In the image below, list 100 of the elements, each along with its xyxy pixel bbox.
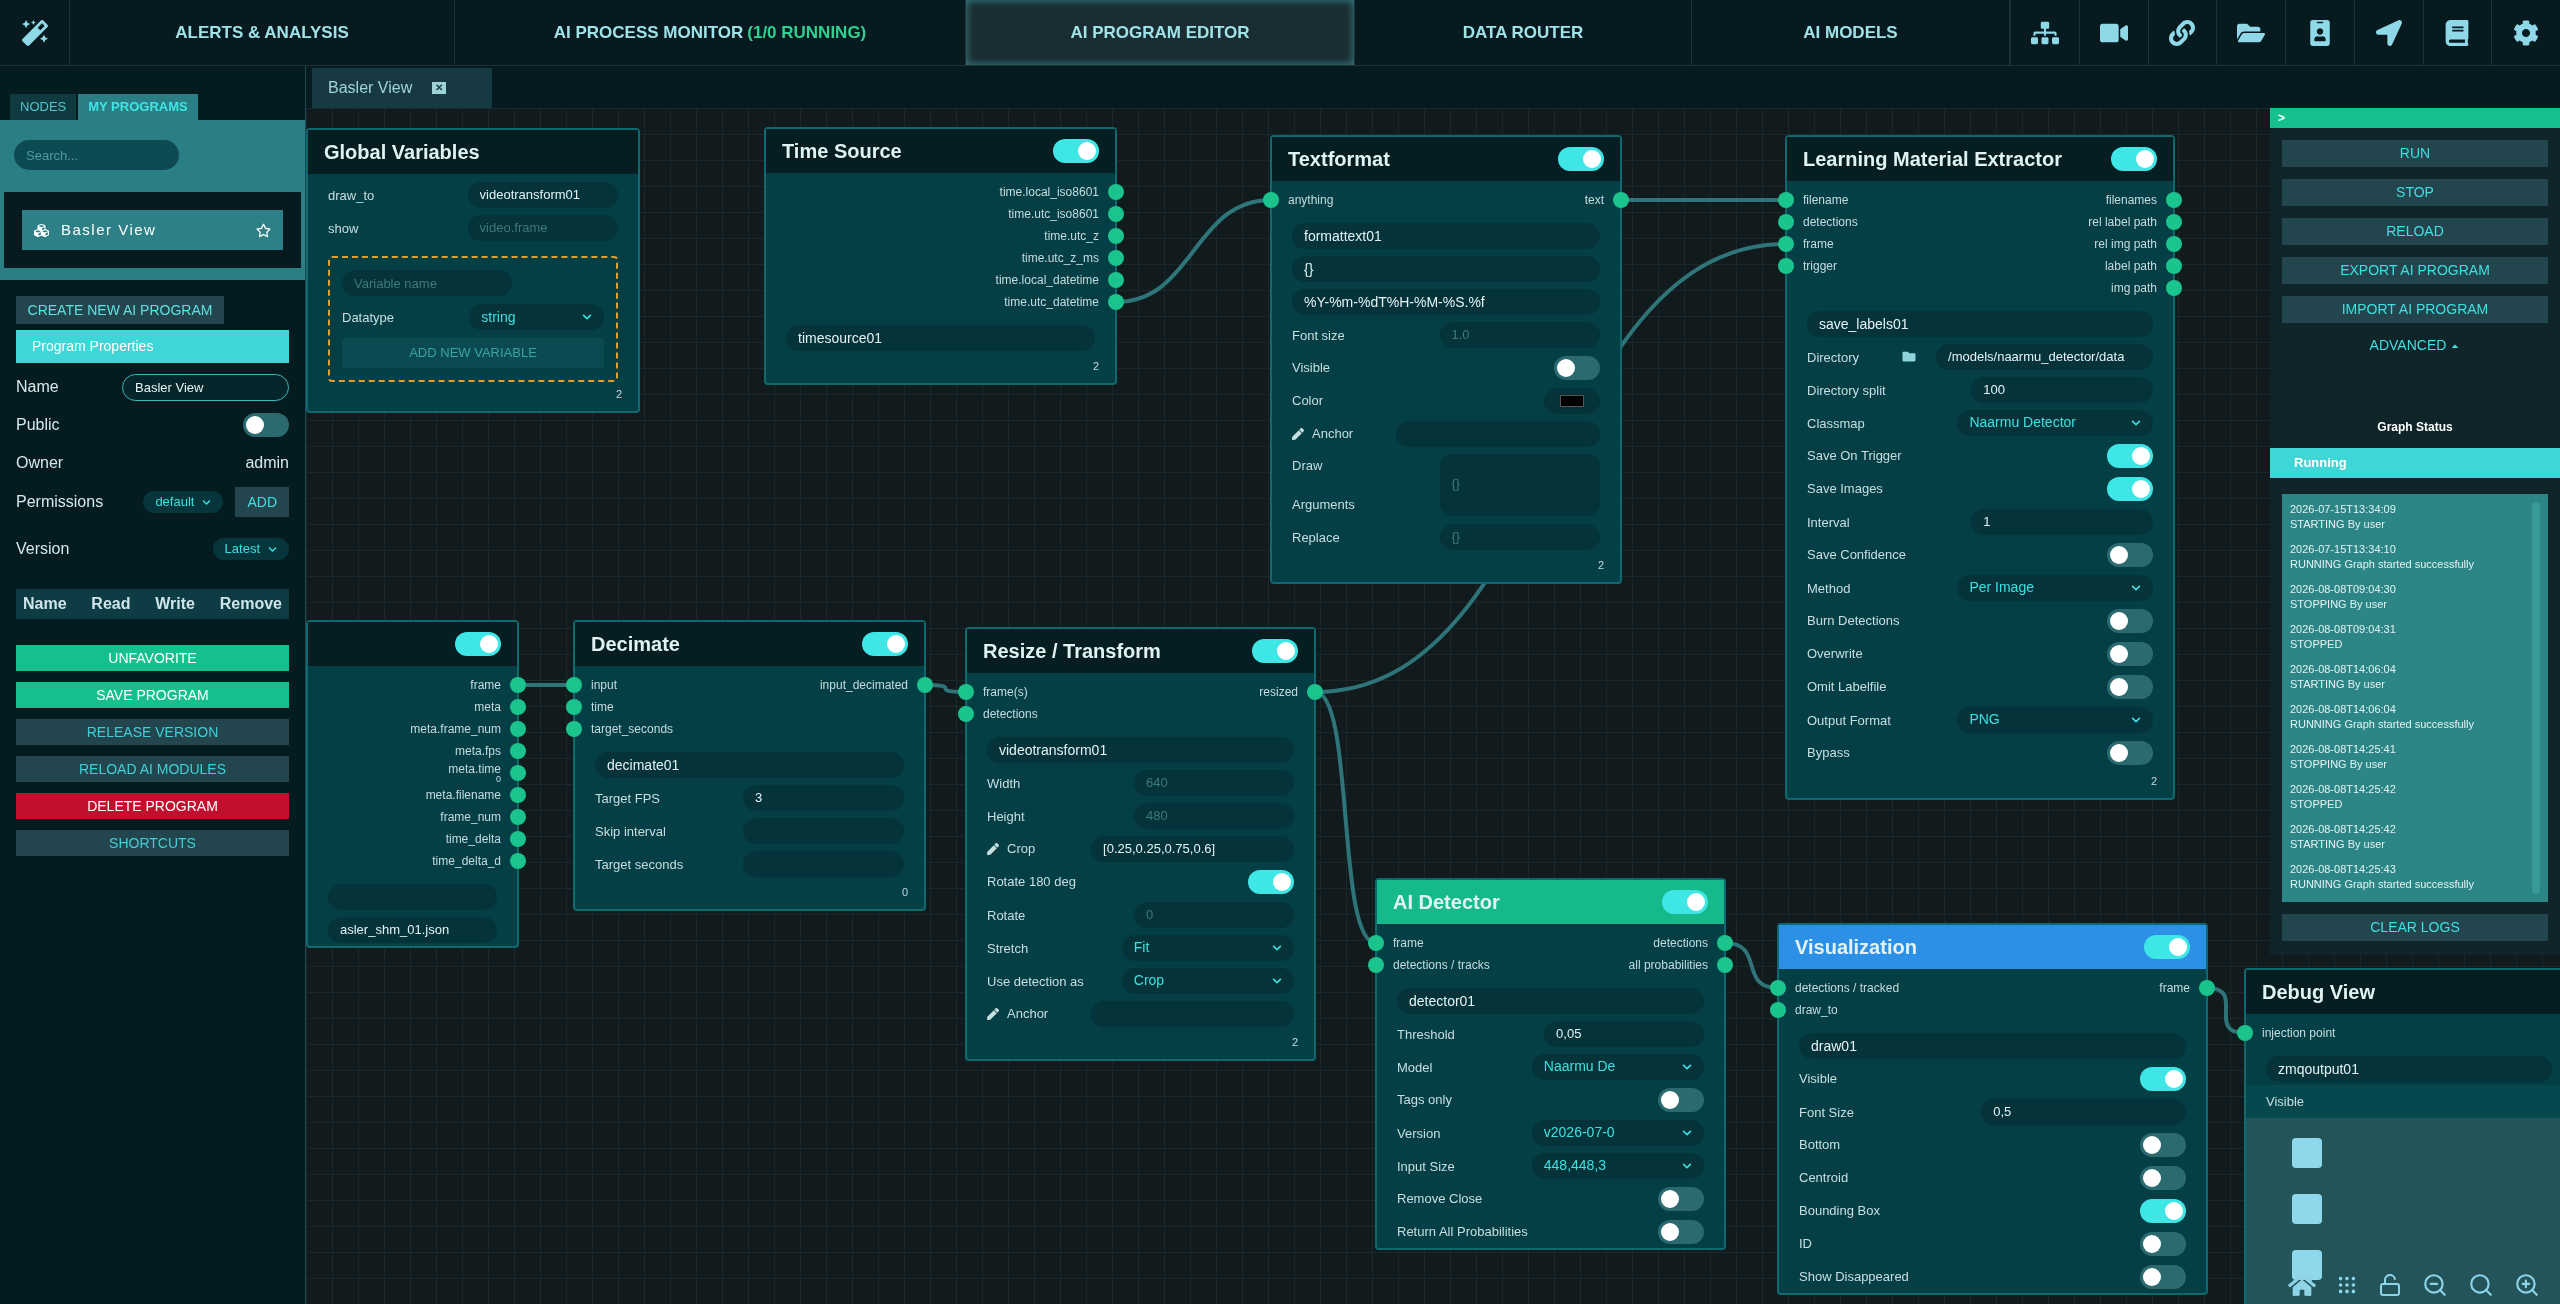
input-field[interactable]: [0.25,0.25,0.75,0.6]	[1091, 835, 1294, 862]
input-port[interactable]	[566, 677, 582, 693]
input-port[interactable]	[566, 699, 582, 715]
input-port[interactable]	[1368, 935, 1384, 951]
toggle-switch[interactable]	[2107, 608, 2153, 633]
node-card[interactable]: Resize / Transform frame(s) resized detections videotransform01 Width 640 Height 480 Crop [0.25,0.25,0.75,0.6] Rotate 180 deg Rotate 0 Stretch Fit Use detection as Crop Anchor 2	[965, 627, 1316, 1061]
output-port[interactable]	[510, 809, 526, 825]
output-port[interactable]	[1108, 184, 1124, 200]
name-field[interactable]: decimate01	[595, 751, 904, 778]
toggle-switch[interactable]	[1554, 355, 1600, 380]
output-port[interactable]	[510, 743, 526, 759]
dropdown[interactable]: Naarmu Detector	[1957, 409, 2153, 436]
advanced-link[interactable]: ADVANCED	[2369, 335, 2461, 356]
output-port[interactable]	[1108, 294, 1124, 310]
toggle-switch[interactable]	[1658, 1087, 1704, 1112]
toggle-switch[interactable]	[2140, 1132, 2186, 1157]
node-card[interactable]	[1785, 135, 2175, 800]
star-icon[interactable]	[256, 222, 271, 238]
input-field[interactable]: Variable name	[342, 270, 512, 296]
dropdown[interactable]: Latest	[212, 538, 289, 560]
input-field[interactable]: asler_shm_01.json	[328, 916, 497, 943]
input-field[interactable]: 1	[1971, 508, 2153, 535]
network-icon[interactable]	[2030, 19, 2059, 46]
input-port[interactable]	[1778, 236, 1794, 252]
dropdown[interactable]: v2026-07-0	[1531, 1119, 1704, 1146]
action-button[interactable]: DELETE PROGRAM	[16, 793, 289, 819]
dropdown[interactable]: Fit	[1121, 934, 1294, 961]
magic-wand-icon[interactable]	[21, 19, 48, 46]
output-port[interactable]	[1613, 192, 1629, 208]
output-port[interactable]	[510, 699, 526, 715]
input-field[interactable]: 3	[742, 784, 904, 811]
output-port[interactable]	[1108, 272, 1124, 288]
toggle-switch[interactable]	[2111, 147, 2157, 171]
output-port[interactable]	[2166, 192, 2182, 208]
input-port[interactable]	[958, 684, 974, 700]
action-button[interactable]: RELOAD AI MODULES	[16, 756, 289, 782]
link-icon[interactable]	[2168, 19, 2197, 46]
input-port[interactable]	[1770, 980, 1786, 996]
toggle-switch[interactable]	[2140, 1264, 2186, 1289]
nav-tab[interactable]: AI MODELS	[1692, 0, 2010, 65]
zoom-out-icon[interactable]	[2422, 1272, 2448, 1298]
close-icon[interactable]: ✕	[432, 82, 447, 94]
grid-icon[interactable]	[2336, 1274, 2358, 1296]
nav-tab[interactable]: ALERTS & ANALYSIS	[70, 0, 455, 65]
input-field[interactable]: 640	[1134, 769, 1294, 796]
toggle-switch[interactable]	[1558, 147, 1604, 171]
action-button[interactable]: SHORTCUTS	[16, 830, 289, 856]
output-port[interactable]	[510, 677, 526, 693]
action-button[interactable]: RELEASE VERSION	[16, 719, 289, 745]
toggle-switch[interactable]	[862, 632, 908, 656]
program-item[interactable]: Basler View	[22, 210, 283, 250]
input-field[interactable]: /models/naarmu_detector/data	[1936, 343, 2153, 370]
name-field[interactable]: videotransform01	[987, 736, 1294, 763]
dropdown[interactable]: Crop	[1121, 967, 1294, 994]
toggle-switch[interactable]	[1658, 1219, 1704, 1244]
dropdown[interactable]: Per Image	[1957, 574, 2153, 601]
name-field[interactable]: %Y-%m-%dT%H-%M-%S.%f	[1292, 288, 1600, 315]
node-card[interactable]: Time Source time.local_iso8601 time.utc_iso8601 time.utc_z time.utc_z_ms time.local_datetime time.utc_datetime timesource01 2	[764, 127, 1117, 385]
node-card[interactable]: Textformat anything text formattext01 {} %Y-%m-%dT%H-%M-%S.%f Font size 1.0 Visible Color Anchor Draw Arguments {} Replace {} 2	[1270, 135, 1622, 584]
output-port[interactable]	[510, 853, 526, 869]
add-button[interactable]: ADD	[235, 487, 289, 517]
toggle-switch[interactable]	[2140, 1231, 2186, 1256]
toggle-switch[interactable]	[2140, 1198, 2186, 1223]
name-field[interactable]: detector01	[1397, 987, 1704, 1014]
toggle-switch[interactable]	[2107, 542, 2153, 567]
sidebar-tab[interactable]: NODES	[10, 94, 77, 120]
name-field[interactable]: {}	[1292, 255, 1600, 282]
dropdown[interactable]: default	[143, 491, 224, 513]
output-port[interactable]	[510, 721, 526, 737]
output-port[interactable]	[2166, 236, 2182, 252]
input-port[interactable]	[1770, 1002, 1786, 1018]
input-field[interactable]: video.frame	[467, 214, 618, 241]
panel-button[interactable]: RELOAD	[2282, 218, 2548, 245]
input-port[interactable]	[1263, 192, 1279, 208]
input-port[interactable]	[958, 706, 974, 722]
name-field[interactable]: save_labels01	[1807, 310, 2153, 337]
toggle-switch[interactable]	[2107, 641, 2153, 666]
dropdown[interactable]: Naarmu De	[1531, 1053, 1704, 1080]
input-port[interactable]	[1778, 214, 1794, 230]
clear-logs-button[interactable]: CLEAR LOGS	[2282, 914, 2548, 941]
nav-tab[interactable]: DATA ROUTER	[1355, 0, 1692, 65]
output-port[interactable]	[917, 677, 933, 693]
home-icon[interactable]	[2288, 1272, 2316, 1298]
output-port[interactable]	[1717, 957, 1733, 973]
node-card[interactable]: Global Variables draw_to videotransform01 show video.frame Variable name Datatype string ADD NEW VARIABLE 2	[306, 128, 640, 413]
output-port[interactable]	[510, 765, 526, 781]
input-field[interactable]: 1.0	[1439, 321, 1600, 348]
input-port[interactable]	[1778, 192, 1794, 208]
input-field[interactable]: 100	[1971, 376, 2153, 403]
name-field[interactable]: formattext01	[1292, 222, 1600, 249]
toggle-switch[interactable]	[2107, 476, 2153, 501]
editor-tab[interactable]: Basler View ✕	[312, 68, 492, 108]
toggle-switch[interactable]	[2144, 935, 2190, 959]
node-card[interactable]: Visualization detections / tracked frame draw_to draw01 Visible Font Size 0,5 Bottom Centroid Bounding Box ID Show Disappeared	[1777, 923, 2208, 1295]
paper-plane-icon[interactable]	[2374, 19, 2403, 46]
output-port[interactable]	[2166, 280, 2182, 296]
panel-button[interactable]: IMPORT AI PROGRAM	[2282, 296, 2548, 323]
input-field[interactable]: 480	[1134, 802, 1294, 829]
input-port[interactable]	[566, 721, 582, 737]
output-port[interactable]	[2166, 214, 2182, 230]
